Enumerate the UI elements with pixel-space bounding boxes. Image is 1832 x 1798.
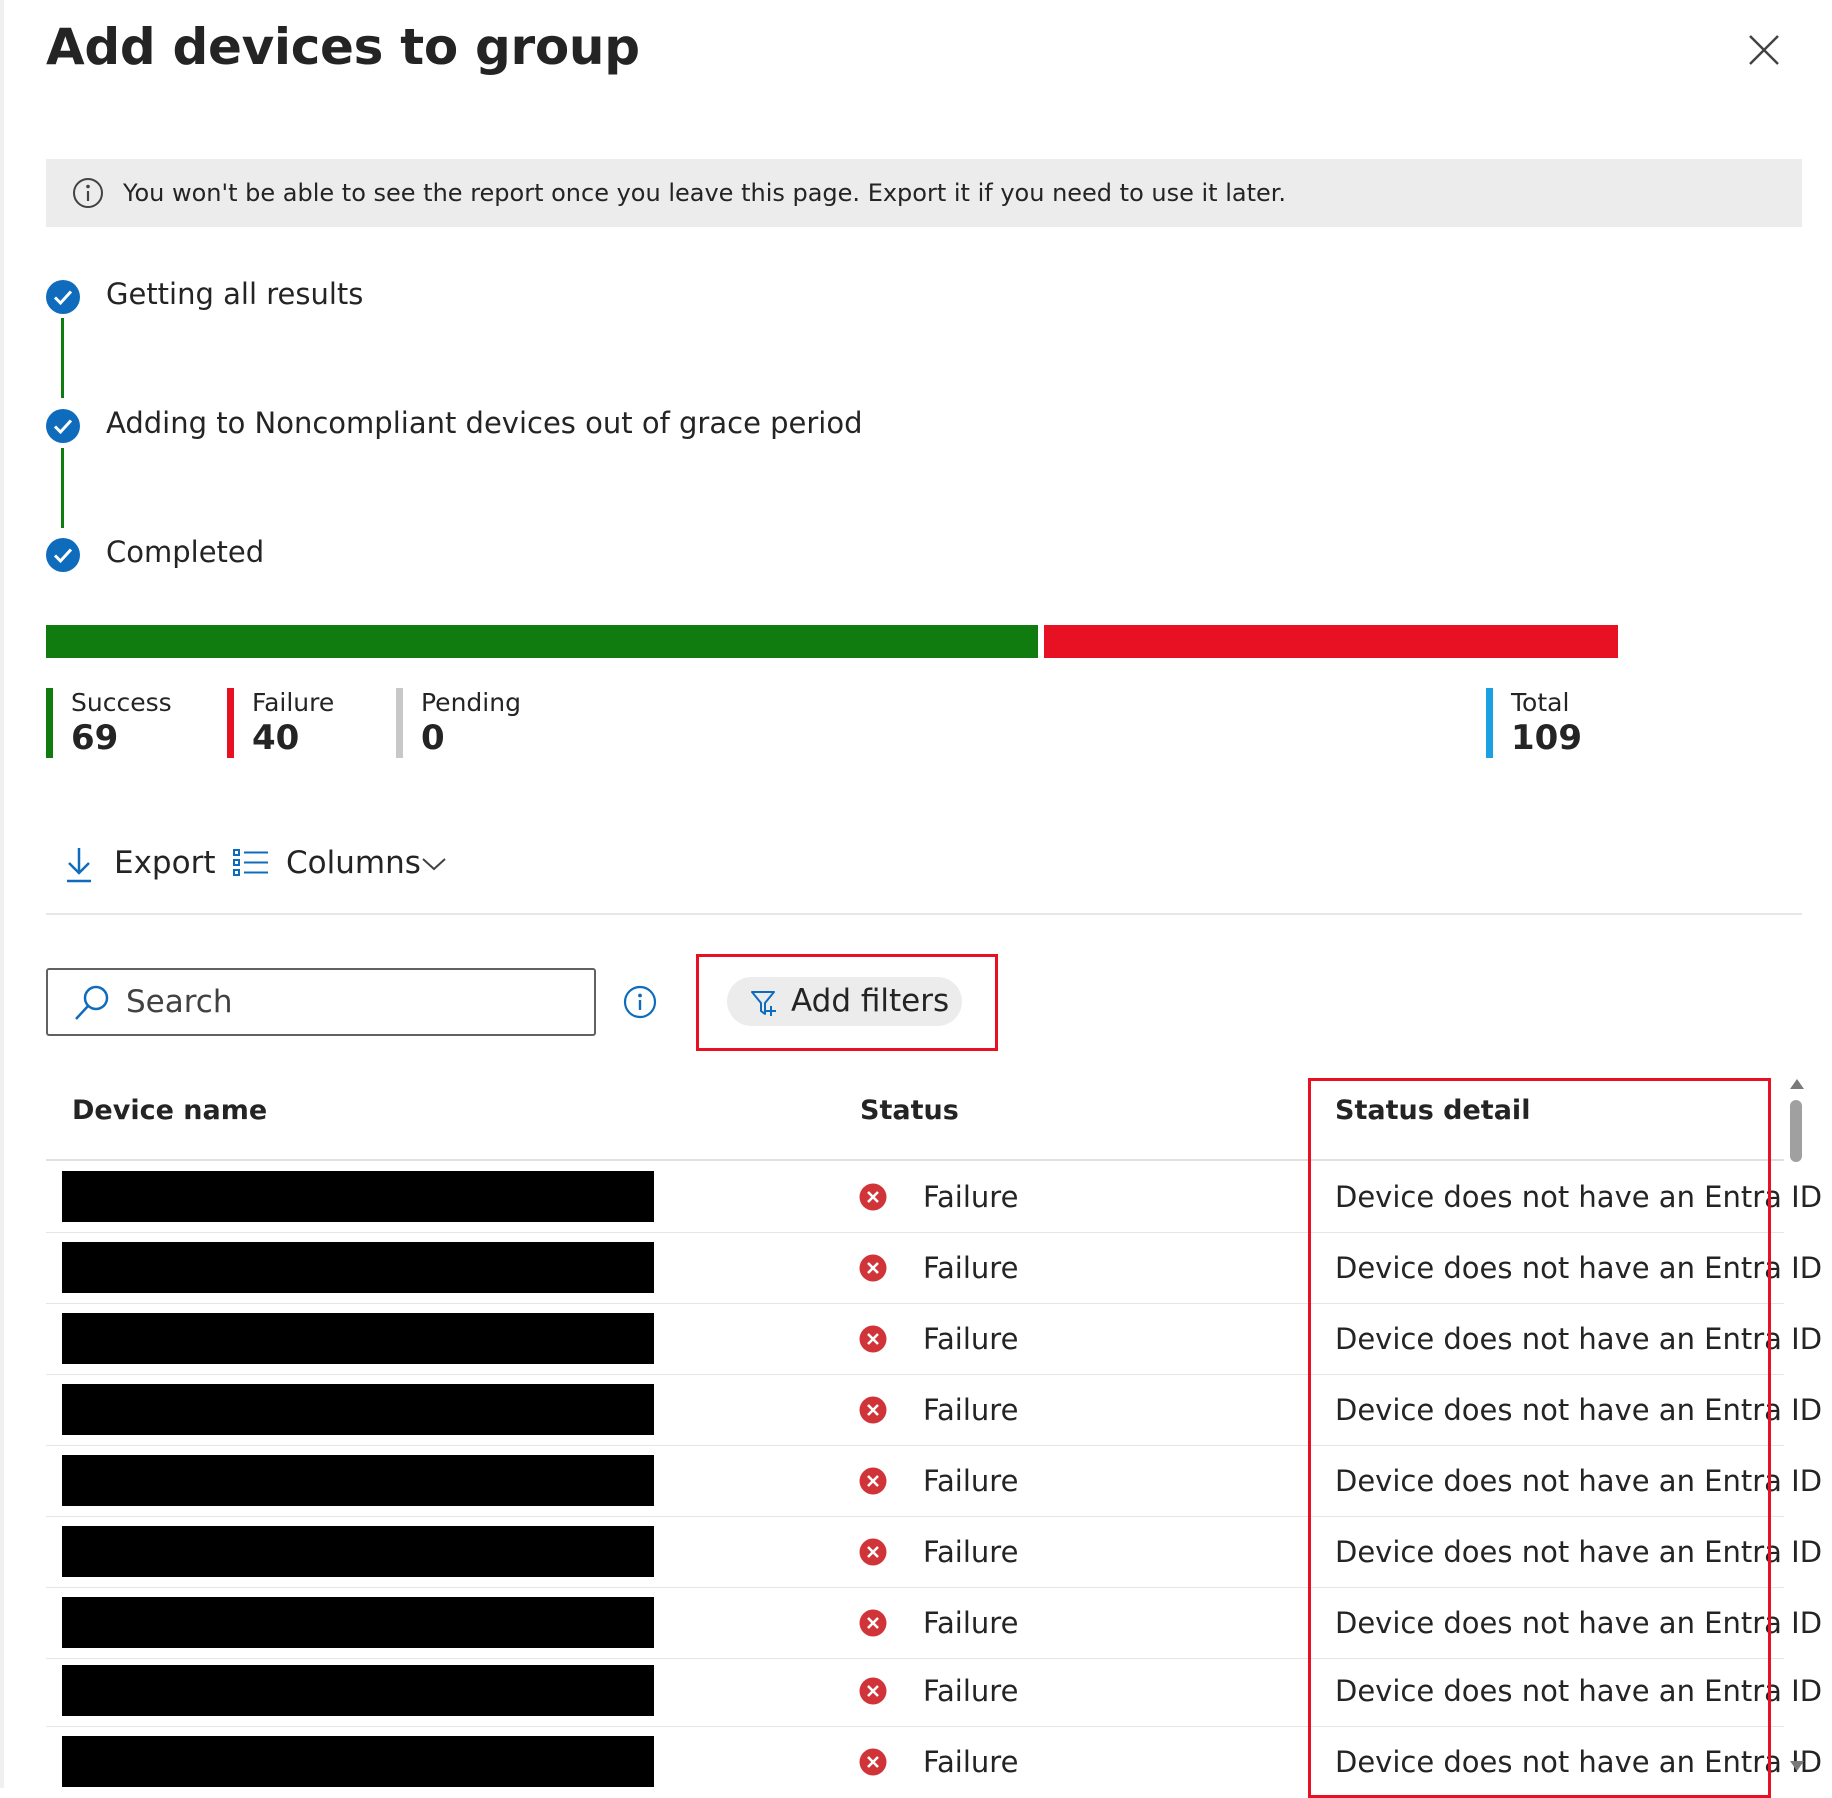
- pending-strip: [396, 688, 403, 758]
- download-icon: [67, 848, 91, 883]
- error-circle-icon: [859, 1183, 887, 1211]
- check-circle-icon: [46, 280, 80, 314]
- columns-button[interactable]: Columns: [233, 840, 448, 890]
- status-text: Failure: [923, 1674, 1019, 1708]
- status-text: Failure: [923, 1464, 1019, 1498]
- stat-label: Failure: [252, 688, 335, 717]
- column-header-status[interactable]: Status: [860, 1095, 959, 1126]
- status-text: Failure: [923, 1745, 1019, 1779]
- failure-strip: [227, 688, 234, 758]
- stat-value: 109: [1511, 718, 1582, 758]
- step-connector: [61, 318, 64, 398]
- info-banner-text: You won't be able to see the report once…: [123, 179, 1287, 207]
- export-label: Export: [114, 845, 216, 881]
- page-title: Add devices to group: [46, 18, 640, 76]
- check-circle-icon: [46, 538, 80, 572]
- error-circle-icon: [859, 1396, 887, 1424]
- column-header-device-name[interactable]: Device name: [72, 1095, 267, 1126]
- stat-label: Pending: [421, 688, 521, 717]
- add-filters-button[interactable]: Add filters: [727, 977, 962, 1026]
- status-detail-highlight: [1308, 1078, 1771, 1798]
- redacted-device-name: [62, 1171, 654, 1222]
- step-label: Getting all results: [106, 277, 364, 311]
- redacted-device-name: [62, 1597, 654, 1648]
- step-connector: [61, 448, 64, 528]
- scroll-up-arrow-icon[interactable]: [1787, 1076, 1807, 1092]
- redacted-device-name: [62, 1665, 654, 1716]
- chevron-down-icon: [422, 858, 446, 871]
- error-circle-icon: [859, 1538, 887, 1566]
- search-input[interactable]: Search: [46, 968, 596, 1036]
- error-circle-icon: [859, 1254, 887, 1282]
- success-strip: [46, 688, 53, 758]
- error-circle-icon: [859, 1609, 887, 1637]
- columns-label: Columns: [286, 845, 421, 881]
- failure-segment: [1044, 625, 1618, 658]
- search-icon: [75, 985, 109, 1020]
- status-text: Failure: [923, 1535, 1019, 1569]
- error-circle-icon: [859, 1748, 887, 1776]
- toolbar-divider: [46, 913, 1802, 915]
- redacted-device-name: [62, 1455, 654, 1506]
- step-label: Completed: [106, 535, 265, 569]
- error-circle-icon: [859, 1467, 887, 1495]
- add-filters-label: Add filters: [791, 983, 950, 1019]
- error-circle-icon: [859, 1325, 887, 1353]
- stat-label: Total: [1511, 688, 1570, 717]
- redacted-device-name: [62, 1242, 654, 1293]
- search-placeholder: Search: [126, 984, 233, 1020]
- scroll-down-arrow-icon[interactable]: [1787, 1758, 1807, 1774]
- filter-add-icon: [751, 991, 776, 1016]
- info-icon: [73, 178, 103, 208]
- status-text: Failure: [923, 1251, 1019, 1285]
- scrollbar-thumb[interactable]: [1790, 1100, 1802, 1162]
- status-text: Failure: [923, 1393, 1019, 1427]
- status-text: Failure: [923, 1606, 1019, 1640]
- info-icon[interactable]: [623, 985, 657, 1019]
- stat-value: 40: [252, 718, 300, 758]
- redacted-device-name: [62, 1736, 654, 1787]
- status-text: Failure: [923, 1322, 1019, 1356]
- error-circle-icon: [859, 1677, 887, 1705]
- success-segment: [46, 625, 1038, 658]
- status-text: Failure: [923, 1180, 1019, 1214]
- redacted-device-name: [62, 1384, 654, 1435]
- step-label: Adding to Noncompliant devices out of gr…: [106, 406, 863, 440]
- window-edge: [0, 0, 4, 1788]
- export-button[interactable]: Export: [64, 840, 215, 890]
- redacted-device-name: [62, 1526, 654, 1577]
- stat-value: 0: [421, 718, 445, 758]
- info-banner: You won't be able to see the report once…: [46, 159, 1802, 227]
- stat-value: 69: [71, 718, 119, 758]
- result-progress-bar: [46, 625, 1618, 658]
- check-circle-icon: [46, 409, 80, 443]
- list-icon: [233, 849, 268, 876]
- total-strip: [1486, 688, 1493, 758]
- stat-label: Success: [71, 688, 172, 717]
- close-icon[interactable]: [1745, 31, 1783, 69]
- redacted-device-name: [62, 1313, 654, 1364]
